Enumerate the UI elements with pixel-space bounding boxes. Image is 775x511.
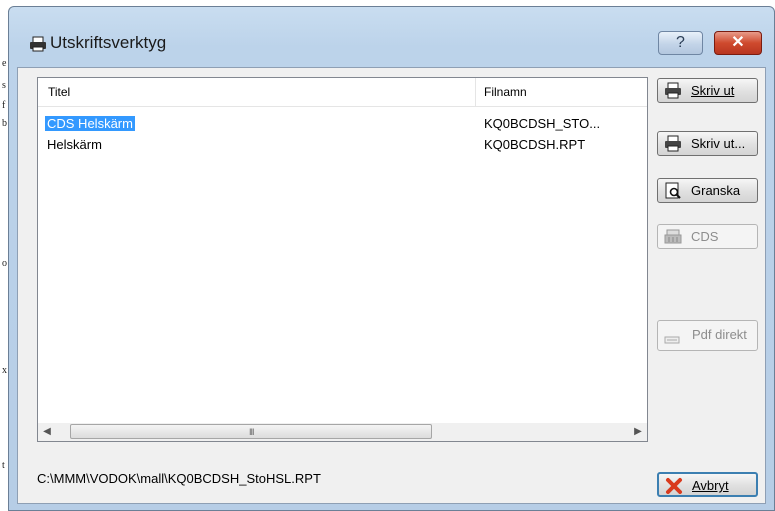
close-button[interactable]: ✕ [714, 31, 762, 55]
dialog-body: Titel Filnamn CDS Helskärm KQ0BCDSH_STO.… [17, 67, 766, 504]
background-document: esf boxt [0, 0, 8, 511]
column-divider[interactable] [475, 78, 476, 106]
preview-button-label: Granska [691, 183, 741, 198]
cds-button[interactable]: CDS [657, 224, 758, 249]
print-button-label: Skriv ut [691, 83, 735, 98]
list-item-title: Helskärm [47, 137, 102, 152]
horizontal-scrollbar[interactable]: ◀ III ▶ [38, 423, 647, 441]
print-dialog-button[interactable]: Skriv ut... [657, 131, 758, 156]
cancel-button-label: Avbryt [692, 478, 729, 493]
printer-icon [30, 36, 46, 52]
help-button[interactable]: ? [658, 31, 703, 55]
list-item[interactable]: Helskärm KQ0BCDSH.RPT [38, 135, 647, 155]
print-tool-dialog: Utskriftsverktyg ? ✕ Titel Filnamn CDS H… [8, 6, 775, 511]
cancel-button[interactable]: Avbryt [657, 472, 758, 497]
printer-grid-icon [664, 229, 682, 244]
title-bar: Utskriftsverktyg ? ✕ [9, 7, 774, 67]
printer-icon [665, 135, 681, 152]
list-item-title: CDS Helskärm [45, 116, 135, 131]
preview-button[interactable]: Granska [657, 178, 758, 203]
print-dialog-button-label: Skriv ut... [691, 136, 746, 151]
scroll-left-arrow-icon[interactable]: ◀ [38, 423, 56, 441]
print-button[interactable]: Skriv ut [657, 78, 758, 103]
printer-icon [665, 82, 681, 99]
column-header-title[interactable]: Titel [48, 85, 70, 99]
window-title: Utskriftsverktyg [50, 33, 167, 52]
list-item[interactable]: CDS Helskärm KQ0BCDSH_STO... [38, 114, 647, 134]
list-item-filename: KQ0BCDSH.RPT [484, 137, 586, 152]
scrollbar-thumb[interactable]: III [70, 424, 432, 439]
scroll-grip: III [249, 427, 254, 437]
selected-file-path: C:\MMM\VODOK\mall\KQ0BCDSH_StoHSL.RPT [37, 471, 321, 486]
list-item-filename: KQ0BCDSH_STO... [484, 116, 601, 131]
cds-button-label: CDS [691, 229, 719, 244]
pdf-direct-button-label: Pdf direkt [692, 327, 747, 342]
report-list[interactable]: Titel Filnamn CDS Helskärm KQ0BCDSH_STO.… [37, 77, 648, 442]
pdf-icon [664, 336, 680, 344]
scroll-right-arrow-icon[interactable]: ▶ [629, 423, 647, 441]
list-header: Titel Filnamn [38, 78, 647, 107]
cancel-icon [666, 478, 682, 494]
column-header-filename[interactable]: Filnamn [484, 85, 527, 99]
pdf-direct-button[interactable]: Pdf direkt [657, 320, 758, 351]
preview-icon [665, 182, 681, 199]
